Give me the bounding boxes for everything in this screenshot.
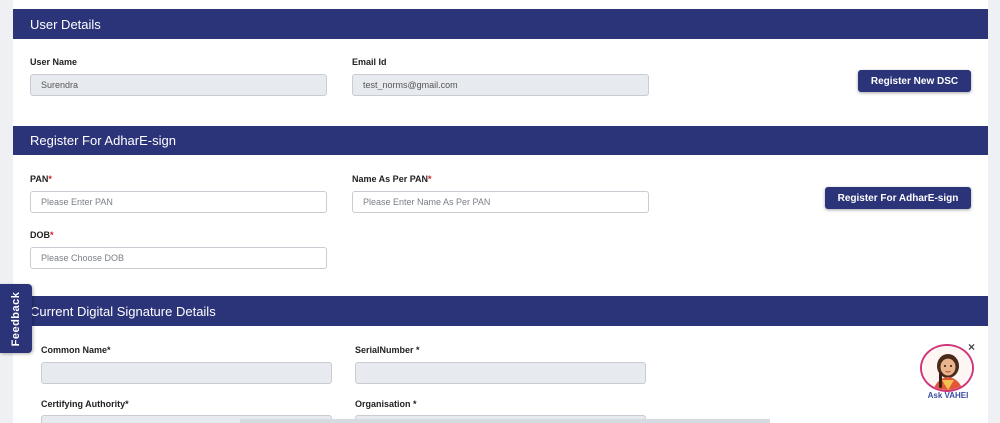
- main-page: User Details User Name Email Id Register…: [13, 0, 988, 423]
- pan-required-mark: *: [48, 174, 52, 184]
- user-name-label: User Name: [30, 57, 78, 67]
- certifying-authority-label: Certifying Authority*: [41, 399, 129, 409]
- serial-number-label: SerialNumber *: [355, 345, 420, 355]
- email-label: Email Id: [352, 57, 387, 67]
- common-name-field[interactable]: [41, 362, 332, 384]
- current-signature-title: Current Digital Signature Details: [30, 303, 216, 319]
- assistant-avatar-icon[interactable]: [920, 344, 974, 392]
- name-label-text: Name As Per PAN: [352, 174, 429, 184]
- feedback-tab[interactable]: Feedback: [0, 284, 32, 353]
- dob-required-mark: *: [50, 230, 54, 240]
- feedback-label: Feedback: [10, 291, 22, 346]
- organisation-label: Organisation *: [355, 399, 417, 409]
- dob-label-text: DOB: [30, 230, 50, 240]
- user-details-header: User Details: [13, 9, 988, 39]
- adhar-esign-header: Register For AdharE-sign: [13, 126, 988, 155]
- bottom-scroll-strip: [240, 419, 770, 423]
- pan-input[interactable]: [30, 191, 327, 213]
- name-as-per-pan-label: Name As Per PAN*: [352, 174, 432, 184]
- ask-vahei-widget[interactable]: × Ask VAHEI: [918, 340, 978, 402]
- pan-label-text: PAN: [30, 174, 49, 184]
- user-name-field[interactable]: [30, 74, 327, 96]
- pan-label: PAN*: [30, 174, 52, 184]
- email-field[interactable]: [352, 74, 649, 96]
- register-adhar-esign-button[interactable]: Register For AdharE-sign: [825, 187, 971, 209]
- name-as-per-pan-input[interactable]: [352, 191, 649, 213]
- close-icon[interactable]: ×: [968, 340, 975, 354]
- name-required-mark: *: [428, 174, 432, 184]
- common-name-label: Common Name*: [41, 345, 111, 355]
- ask-vahei-label[interactable]: Ask VAHEI: [918, 391, 978, 400]
- dob-label: DOB*: [30, 230, 54, 240]
- register-new-dsc-button[interactable]: Register New DSC: [858, 70, 971, 92]
- current-signature-header: Current Digital Signature Details: [13, 296, 988, 326]
- user-details-title: User Details: [30, 16, 101, 32]
- serial-number-field[interactable]: [355, 362, 646, 384]
- dob-input[interactable]: [30, 247, 327, 269]
- adhar-esign-title: Register For AdharE-sign: [30, 133, 176, 148]
